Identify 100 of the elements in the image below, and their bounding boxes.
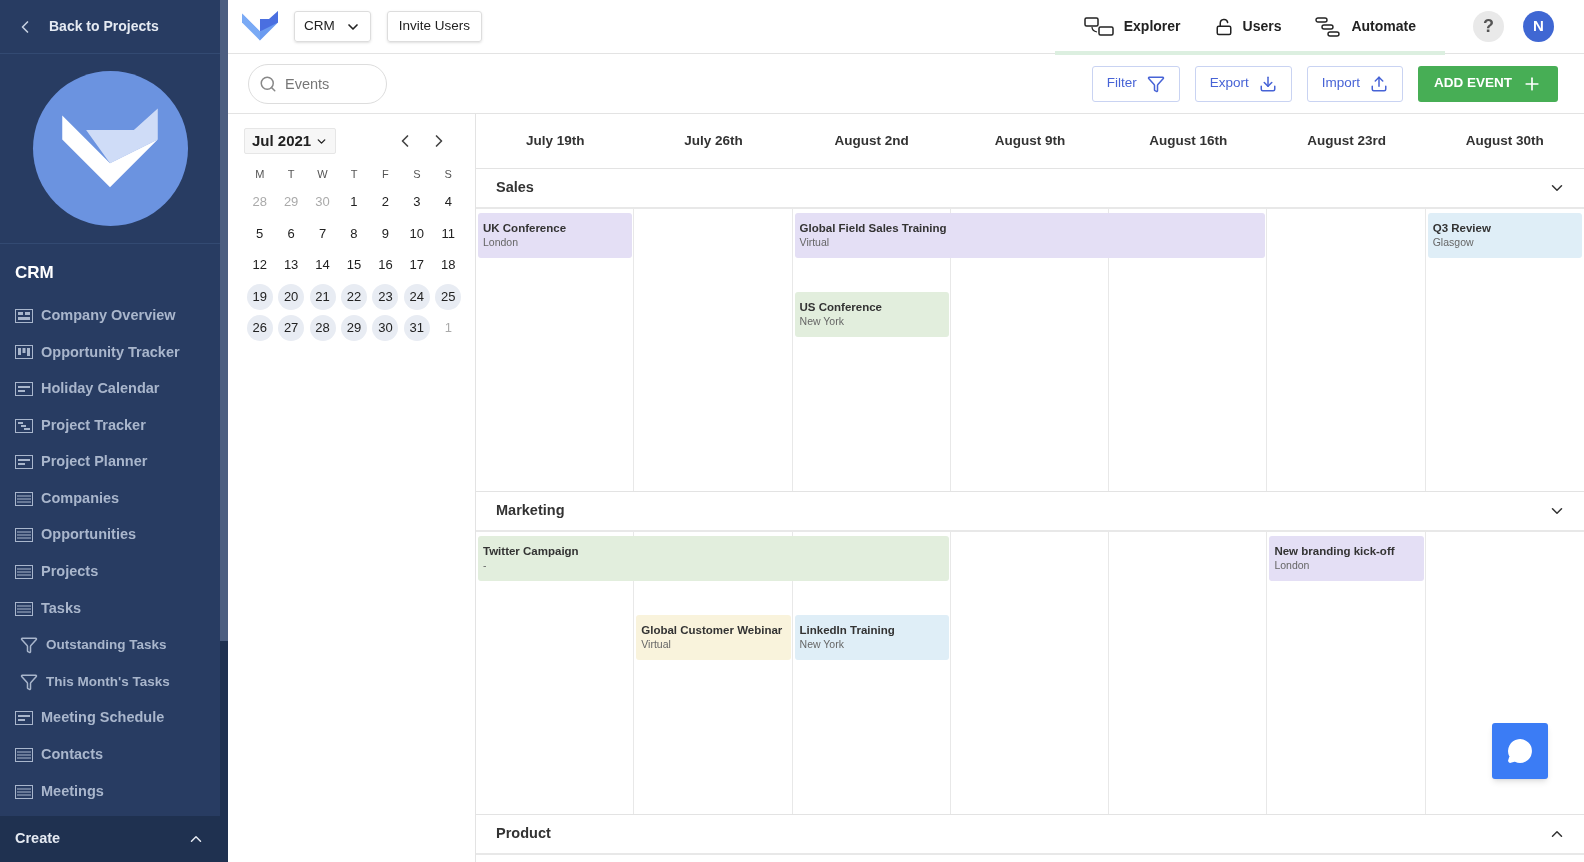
chat-icon xyxy=(1507,738,1533,764)
sidebar-item[interactable]: Project Tracker xyxy=(0,407,220,444)
week-header: July 19th xyxy=(525,131,585,150)
week-header: August 9th xyxy=(994,131,1066,150)
event-card[interactable]: New branding kick-off London xyxy=(1269,536,1424,581)
calendar-day[interactable]: 7 xyxy=(309,220,336,247)
calendar-day[interactable]: 13 xyxy=(278,252,305,278)
upload-icon xyxy=(1370,74,1388,93)
event-card[interactable]: Global Customer Webinar Virtual xyxy=(636,615,791,660)
toolbar-button[interactable]: Filter xyxy=(1091,65,1180,102)
weekday-label: S xyxy=(413,166,421,182)
table-icon xyxy=(15,601,33,616)
event-card[interactable]: UK Conference London xyxy=(478,213,633,258)
sidebar-item[interactable]: Contacts xyxy=(0,736,220,774)
event-card[interactable]: US Conference New York xyxy=(794,292,949,337)
timeline-icon xyxy=(15,418,33,433)
week-header: August 23rd xyxy=(1307,131,1386,150)
calendar-day[interactable]: 2 xyxy=(372,188,399,215)
weekday-label: W xyxy=(317,166,328,182)
calendar-day[interactable]: 5 xyxy=(246,220,273,247)
search-field[interactable]: Events xyxy=(248,63,387,104)
user-avatar[interactable]: N xyxy=(1523,11,1554,42)
calendar-day[interactable]: 31 xyxy=(403,315,430,342)
event-location: Virtual xyxy=(641,637,672,651)
calendar-day[interactable]: 4 xyxy=(435,188,462,215)
event-location: London xyxy=(1274,558,1311,572)
kanban-icon xyxy=(15,345,33,360)
sidebar-item[interactable]: Project Planner xyxy=(0,443,220,481)
dashboard-icon xyxy=(15,308,33,323)
chat-button[interactable] xyxy=(1492,723,1548,779)
calendar-day[interactable]: 1 xyxy=(341,188,367,215)
calendar-day[interactable]: 19 xyxy=(246,283,273,310)
lock-icon xyxy=(1214,17,1233,36)
calendar-day[interactable]: 30 xyxy=(372,315,399,342)
sidebar-item[interactable]: Opportunities xyxy=(0,517,220,554)
nav-tab[interactable]: Users xyxy=(1197,0,1299,54)
month-picker[interactable]: Jul 2021 xyxy=(244,128,337,154)
sidebar-item[interactable]: Outstanding Tasks xyxy=(0,626,220,664)
logo-icon xyxy=(242,10,278,43)
calendar-day[interactable]: 8 xyxy=(341,220,367,247)
week-header: July 26th xyxy=(684,131,743,150)
calendar-day[interactable]: 25 xyxy=(435,283,462,310)
sidebar-item[interactable]: Meeting Schedule xyxy=(0,700,220,737)
sidebar-item[interactable]: Company Overview xyxy=(0,297,220,335)
calendar-day[interactable]: 14 xyxy=(309,252,336,278)
calendar-day[interactable]: 10 xyxy=(403,220,430,247)
filter-icon xyxy=(20,636,38,655)
sidebar-item[interactable]: Holiday Calendar xyxy=(0,370,220,408)
search-icon xyxy=(259,74,277,93)
calendar-day[interactable]: 17 xyxy=(403,252,430,278)
calendar-day[interactable]: 15 xyxy=(341,252,367,278)
table-icon xyxy=(15,784,33,799)
sidebar-item[interactable]: Projects xyxy=(0,553,220,591)
nav-tab[interactable]: Explorer xyxy=(1066,0,1198,54)
calendar-day[interactable]: 22 xyxy=(341,283,367,310)
calendar-day[interactable]: 29 xyxy=(341,315,367,342)
toolbar-button[interactable]: Export xyxy=(1194,65,1292,102)
event-card[interactable]: Twitter Campaign - xyxy=(478,536,949,581)
filter-icon xyxy=(20,672,38,691)
week-header: August 16th xyxy=(1149,131,1228,150)
event-location: Virtual xyxy=(799,235,831,249)
calendar-day[interactable]: 3 xyxy=(403,188,430,215)
event-card[interactable]: LinkedIn Training New York xyxy=(794,615,949,660)
calendar-day[interactable]: 16 xyxy=(372,252,399,278)
event-title: Global Customer Webinar xyxy=(641,623,784,637)
sidebar-item[interactable]: Tasks xyxy=(0,590,220,627)
weekday-label: T xyxy=(287,166,295,182)
week-header: August 30th xyxy=(1465,131,1544,150)
week-header: August 2nd xyxy=(834,131,909,150)
sidebar-item[interactable]: This Month's Tasks xyxy=(0,663,220,701)
event-location: Glasgow xyxy=(1432,235,1475,249)
nav-tab[interactable]: Automate xyxy=(1298,0,1433,54)
calendar-day[interactable]: 18 xyxy=(435,252,462,278)
calendar-day[interactable]: 6 xyxy=(278,220,305,247)
create-bar[interactable]: Create xyxy=(0,816,220,862)
calendar-day[interactable]: 24 xyxy=(403,283,430,310)
help-button[interactable]: ? xyxy=(1473,11,1504,42)
sidebar-item[interactable]: Meetings xyxy=(0,773,220,810)
calendar-day[interactable]: 21 xyxy=(309,283,336,310)
calendar-day[interactable]: 26 xyxy=(246,315,273,342)
sidebar-item[interactable]: Opportunity Tracker xyxy=(0,334,220,371)
sidebar-item[interactable]: Companies xyxy=(0,480,220,518)
calendar-day[interactable]: 11 xyxy=(435,220,462,247)
calendar-day[interactable]: 27 xyxy=(278,315,305,342)
calendar-day[interactable]: 28 xyxy=(309,315,336,342)
calendar-day[interactable]: 20 xyxy=(278,283,305,310)
calendar-day[interactable]: 23 xyxy=(372,283,399,310)
weekday-label: M xyxy=(255,166,265,182)
project-menu[interactable]: CRM xyxy=(294,11,371,42)
event-title: New branding kick-off xyxy=(1274,544,1396,558)
invite-users-button[interactable]: Invite Users xyxy=(386,11,483,42)
event-location: London xyxy=(483,235,520,249)
event-location: - xyxy=(483,558,488,572)
calendar-day[interactable]: 9 xyxy=(372,220,399,247)
calendar-day[interactable]: 12 xyxy=(246,252,273,278)
toolbar-button[interactable]: Import xyxy=(1306,65,1403,102)
project-title: CRM xyxy=(14,262,55,284)
event-card[interactable]: Global Field Sales Training Virtual xyxy=(794,213,1266,258)
table-icon xyxy=(15,747,33,762)
event-card[interactable]: Q3 Review Glasgow xyxy=(1427,213,1582,258)
